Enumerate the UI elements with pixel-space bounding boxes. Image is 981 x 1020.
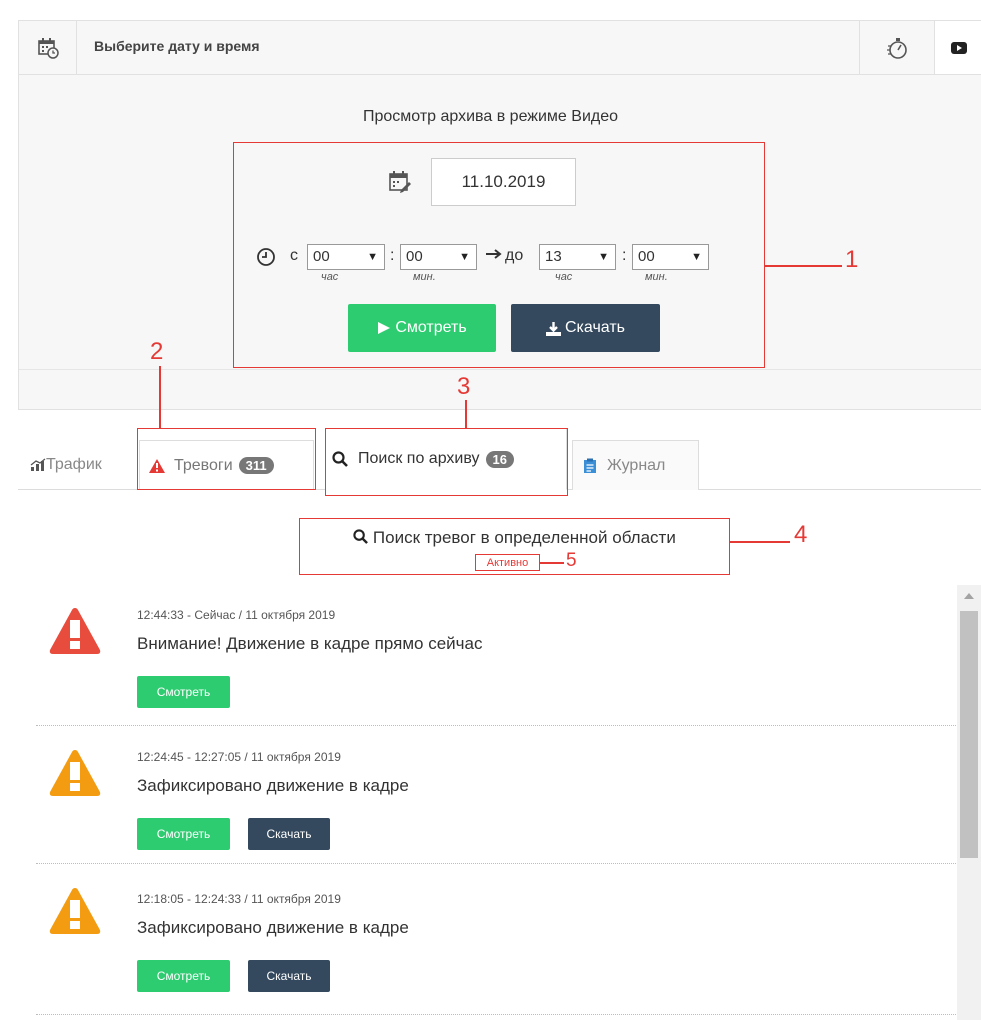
scroll-up-icon[interactable] [964,593,974,599]
annotation-line-3 [465,400,467,428]
header-title: Выберите дату и время [94,38,260,54]
archive-title: Просмотр архива в режиме Видео [362,108,619,125]
panel-divider [19,369,981,370]
search-area-title-text: Поиск тревог в определенной области [372,528,676,547]
list-item: 12:18:05 - 12:24:33 / 11 октября 2019 За… [36,864,956,1015]
alarm-time: 12:18:05 - 12:24:33 / 11 октября 2019 [137,892,341,906]
warning-icon [48,748,102,803]
clock-icon [256,247,276,272]
date-input[interactable]: 11.10.2019 [431,158,576,206]
download-icon [546,321,561,336]
annotation-box-2 [137,428,316,490]
danger-warning-icon [48,606,102,661]
annotation-number-3: 3 [457,373,471,400]
dropdown-arrow-icon: ▼ [598,251,609,263]
annotation-line-5 [540,562,564,564]
from-hour-sub: час [321,271,339,283]
alarm-message: Зафиксировано движение в кадре [137,776,409,795]
chart-icon [30,458,46,471]
tab-traffic-label: Трафик [46,456,102,473]
scroll-thumb[interactable] [960,611,978,858]
to-hour-select[interactable]: 13 ▼ [539,244,616,270]
search-icon [353,529,369,544]
to-min-select[interactable]: 00 ▼ [632,244,709,270]
arrow-right-icon [485,245,503,268]
list-item: 12:24:45 - 12:27:05 / 11 октября 2019 За… [36,726,956,864]
to-hour-value: 13 [545,248,562,265]
alarm-time: 12:24:45 - 12:27:05 / 11 октября 2019 [137,750,341,764]
status-badge: Активно [475,554,540,571]
alarm-message: Внимание! Движение в кадре прямо сейчас [137,634,483,653]
video-icon[interactable] [935,21,981,74]
alarm-message: Зафиксировано движение в кадре [137,918,409,937]
tab-journal-label: Журнал [607,456,666,474]
watch-button[interactable]: Смотреть [348,304,496,352]
alarm-watch-button[interactable]: Смотреть [137,676,230,708]
list-item: 12:44:33 - Сейчас / 11 октября 2019 Вним… [36,588,956,726]
alarm-time: 12:44:33 - Сейчас / 11 октября 2019 [137,608,336,622]
annotation-line-1 [765,265,842,267]
annotation-number-1: 1 [845,246,859,273]
play-icon [378,322,391,334]
annotation-line-2 [159,366,161,428]
watch-button-label: Смотреть [395,319,467,336]
annotation-number-5: 5 [566,550,577,571]
clipboard-icon [584,458,596,473]
colon: : [622,247,627,264]
alarm-download-button[interactable]: Скачать [248,960,330,992]
alarm-download-button[interactable]: Скачать [248,818,330,850]
to-min-value: 00 [638,248,655,265]
colon: : [390,247,395,264]
dropdown-arrow-icon: ▼ [691,251,702,263]
to-hour-sub: час [555,271,573,283]
dropdown-arrow-icon: ▼ [367,251,378,263]
download-button[interactable]: Скачать [511,304,660,352]
from-hour-select[interactable]: 00 ▼ [307,244,385,270]
from-min-select[interactable]: 00 ▼ [400,244,477,270]
annotation-number-2: 2 [150,338,164,365]
search-area-title: Поиск тревог в определенной области [299,528,730,548]
calendar-clock-icon[interactable] [19,21,77,74]
tab-journal[interactable]: Журнал [572,440,699,490]
annotation-box-3 [325,428,568,496]
scrollbar[interactable] [957,585,981,1020]
to-label: до [505,247,524,264]
from-label: с [290,247,298,264]
annotation-line-4 [730,541,790,543]
alarm-watch-button[interactable]: Смотреть [137,960,230,992]
to-min-sub: мин. [645,271,668,283]
download-button-label: Скачать [565,319,625,336]
from-min-sub: мин. [413,271,436,283]
warning-icon [48,886,102,941]
annotation-number-4: 4 [794,521,808,548]
dropdown-arrow-icon: ▼ [459,251,470,263]
tab-traffic[interactable]: Трафик [30,440,102,490]
from-min-value: 00 [406,248,423,265]
calendar-edit-icon [388,170,412,199]
stopwatch-icon[interactable] [859,21,935,74]
alarm-watch-button[interactable]: Смотреть [137,818,230,850]
from-hour-value: 00 [313,248,330,265]
header-bar: Выберите дату и время [18,20,981,75]
